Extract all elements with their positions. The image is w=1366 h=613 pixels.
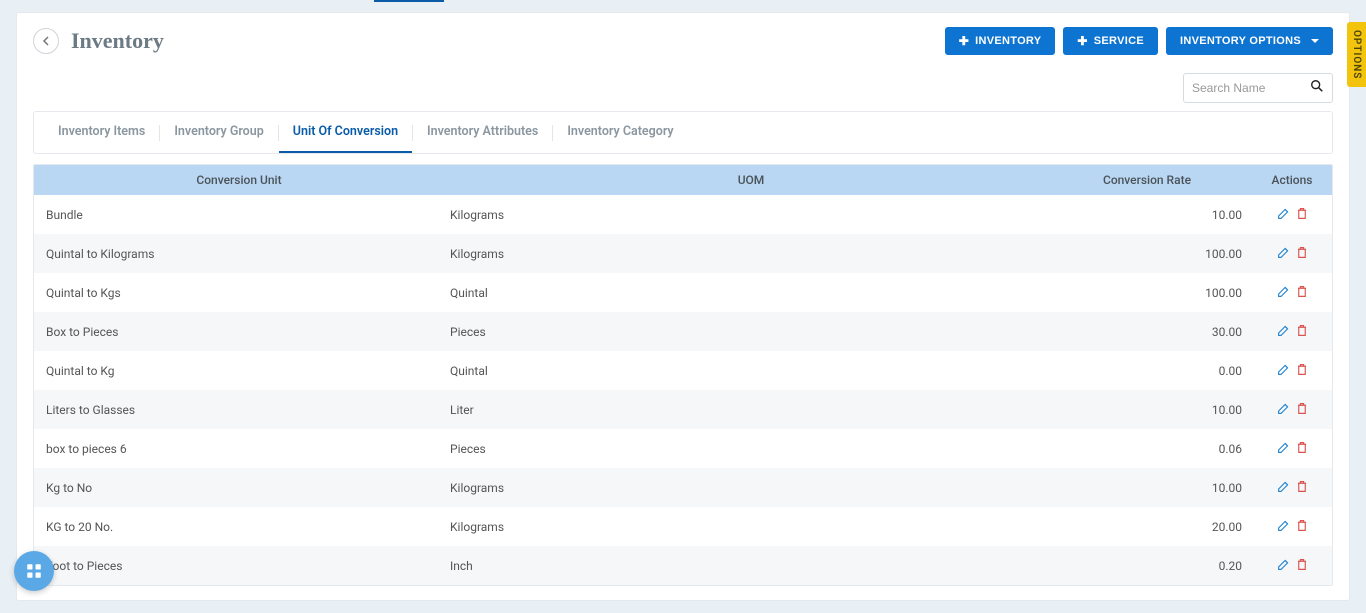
cell-actions — [1252, 324, 1332, 340]
edit-icon[interactable] — [1277, 402, 1290, 418]
cell-actions — [1252, 363, 1332, 379]
edit-icon[interactable] — [1277, 207, 1290, 223]
cell-rate: 100.00 — [1052, 247, 1252, 261]
inventory-options-dropdown[interactable]: INVENTORY OPTIONS — [1166, 27, 1333, 55]
delete-icon[interactable] — [1296, 363, 1308, 379]
cell-actions — [1252, 441, 1332, 457]
cell-conversion-unit: Liters to Glasses — [34, 403, 444, 417]
cell-actions — [1252, 558, 1332, 574]
cell-actions — [1252, 285, 1332, 301]
table-row: BundleKilograms10.00 — [34, 195, 1332, 234]
tab-inventory-group[interactable]: Inventory Group — [160, 112, 277, 153]
side-options-tab[interactable]: OPTIONS — [1347, 22, 1366, 87]
edit-icon[interactable] — [1277, 363, 1290, 379]
table-row: Box to PiecesPieces30.00 — [34, 312, 1332, 351]
cell-rate: 0.00 — [1052, 364, 1252, 378]
cell-actions — [1252, 519, 1332, 535]
edit-icon[interactable] — [1277, 441, 1290, 457]
cell-conversion-unit: box to pieces 6 — [34, 442, 444, 456]
cell-rate: 10.00 — [1052, 481, 1252, 495]
cell-conversion-unit: Bundle — [34, 208, 444, 222]
cell-uom: Liter — [444, 403, 1052, 417]
conversion-table: Conversion Unit UOM Conversion Rate Acti… — [33, 164, 1333, 586]
apps-fab[interactable] — [14, 551, 54, 591]
cell-actions — [1252, 246, 1332, 262]
edit-icon[interactable] — [1277, 519, 1290, 535]
cell-conversion-unit: Quintal to Kgs — [34, 286, 444, 300]
table-row: Liters to GlassesLiter10.00 — [34, 390, 1332, 429]
cell-conversion-unit: Box to Pieces — [34, 325, 444, 339]
cell-rate: 20.00 — [1052, 520, 1252, 534]
search-icon[interactable] — [1310, 79, 1324, 97]
delete-icon[interactable] — [1296, 324, 1308, 340]
cell-uom: Kilograms — [444, 481, 1052, 495]
edit-icon[interactable] — [1277, 480, 1290, 496]
table-row: KG to 20 No.Kilograms20.00 — [34, 507, 1332, 546]
delete-icon[interactable] — [1296, 558, 1308, 574]
table-row: Foot to PiecesInch0.20 — [34, 546, 1332, 585]
cell-rate: 100.00 — [1052, 286, 1252, 300]
plus-icon: ✚ — [1077, 34, 1087, 48]
cell-uom: Quintal — [444, 364, 1052, 378]
table-row: box to pieces 6Pieces0.06 — [34, 429, 1332, 468]
cell-actions — [1252, 402, 1332, 418]
cell-rate: 0.06 — [1052, 442, 1252, 456]
cell-uom: Kilograms — [444, 247, 1052, 261]
tab-inventory-category[interactable]: Inventory Category — [553, 112, 687, 153]
add-service-button[interactable]: ✚ SERVICE — [1063, 27, 1158, 55]
table-row: Kg to NoKilograms10.00 — [34, 468, 1332, 507]
edit-icon[interactable] — [1277, 324, 1290, 340]
cell-uom: Inch — [444, 559, 1052, 573]
add-inventory-button[interactable]: ✚ INVENTORY — [945, 27, 1056, 55]
cell-conversion-unit: Kg to No — [34, 481, 444, 495]
cell-conversion-unit: Quintal to Kg — [34, 364, 444, 378]
cell-rate: 10.00 — [1052, 403, 1252, 417]
main-card: Inventory ✚ INVENTORY ✚ SERVICE INVENTOR… — [16, 12, 1350, 601]
cell-uom: Kilograms — [444, 520, 1052, 534]
cell-actions — [1252, 480, 1332, 496]
cell-uom: Pieces — [444, 325, 1052, 339]
cell-uom: Quintal — [444, 286, 1052, 300]
delete-icon[interactable] — [1296, 480, 1308, 496]
table-header-row: Conversion Unit UOM Conversion Rate Acti… — [34, 165, 1332, 195]
plus-icon: ✚ — [959, 34, 969, 48]
table-row: Quintal to KgQuintal0.00 — [34, 351, 1332, 390]
delete-icon[interactable] — [1296, 441, 1308, 457]
back-button[interactable] — [33, 28, 59, 54]
search-input[interactable] — [1192, 81, 1310, 95]
cell-conversion-unit: KG to 20 No. — [34, 520, 444, 534]
col-header-uom: UOM — [444, 173, 1052, 187]
tab-unit-of-conversion[interactable]: Unit Of Conversion — [279, 112, 412, 153]
col-header-rate: Conversion Rate — [1052, 173, 1252, 187]
grid-apps-icon — [25, 562, 43, 580]
edit-icon[interactable] — [1277, 285, 1290, 301]
col-header-actions: Actions — [1252, 173, 1332, 187]
delete-icon[interactable] — [1296, 519, 1308, 535]
tabs-container: Inventory ItemsInventory GroupUnit Of Co… — [33, 111, 1333, 154]
search-container — [1183, 73, 1333, 103]
edit-icon[interactable] — [1277, 246, 1290, 262]
cell-rate: 10.00 — [1052, 208, 1252, 222]
cell-uom: Kilograms — [444, 208, 1052, 222]
page-title: Inventory — [71, 28, 164, 54]
delete-icon[interactable] — [1296, 285, 1308, 301]
cell-conversion-unit: Quintal to Kilograms — [34, 247, 444, 261]
col-header-unit: Conversion Unit — [34, 173, 444, 187]
cell-uom: Pieces — [444, 442, 1052, 456]
cell-rate: 0.20 — [1052, 559, 1252, 573]
tab-inventory-items[interactable]: Inventory Items — [44, 112, 159, 153]
delete-icon[interactable] — [1296, 246, 1308, 262]
cell-conversion-unit: Foot to Pieces — [34, 559, 444, 573]
chevron-down-icon — [1311, 39, 1319, 43]
delete-icon[interactable] — [1296, 207, 1308, 223]
cell-rate: 30.00 — [1052, 325, 1252, 339]
table-row: Quintal to KilogramsKilograms100.00 — [34, 234, 1332, 273]
delete-icon[interactable] — [1296, 402, 1308, 418]
chevron-left-icon — [42, 36, 50, 46]
tab-inventory-attributes[interactable]: Inventory Attributes — [413, 112, 552, 153]
table-row: Quintal to KgsQuintal100.00 — [34, 273, 1332, 312]
cell-actions — [1252, 207, 1332, 223]
edit-icon[interactable] — [1277, 558, 1290, 574]
